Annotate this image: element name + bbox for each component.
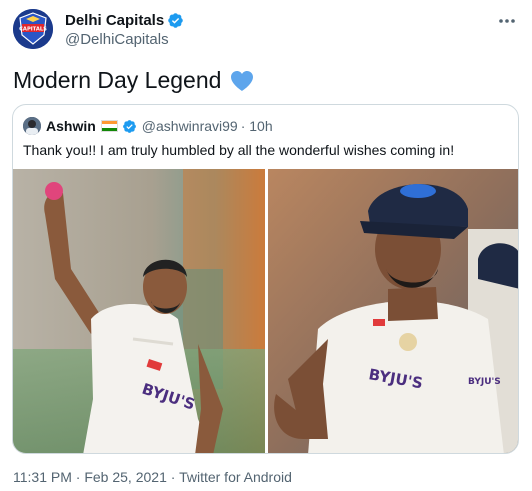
- tweet-footer: 11:31 PM · Feb 25, 2021 · Twitter for An…: [13, 469, 292, 485]
- footer-separator: ·: [170, 469, 176, 485]
- quoted-author-handle: @ashwinravi99: [141, 118, 238, 134]
- more-options-icon[interactable]: [493, 9, 521, 33]
- tweet-header: CAPITALS Delhi Capitals @DelhiCapitals: [13, 9, 521, 53]
- quoted-tweet-text: Thank you!! I am truly humbled by all th…: [23, 142, 455, 158]
- svg-text:CAPITALS: CAPITALS: [19, 27, 47, 33]
- author-handle[interactable]: @DelhiCapitals: [65, 31, 184, 48]
- photo-ashwin-in-cap[interactable]: BYJU'S BYJU'S: [268, 169, 518, 453]
- quoted-author-display-name: Ashwin: [46, 118, 96, 134]
- quoted-verified-badge-icon: [122, 119, 136, 133]
- photo-ashwin-raising-pink-ball[interactable]: BYJU'S: [13, 169, 265, 453]
- delhi-capitals-logo-icon[interactable]: CAPITALS: [13, 9, 53, 49]
- blue-heart-icon: [231, 70, 254, 91]
- tweet-text: Modern Day Legend: [13, 67, 255, 94]
- tweet-date[interactable]: Feb 25, 2021: [84, 469, 167, 485]
- quoted-tweet-header: Ashwin @ashwinravi99 · 10h: [23, 117, 273, 135]
- tweet-text-content: Modern Day Legend: [13, 67, 222, 93]
- verified-badge-icon: [168, 13, 183, 28]
- tweet-time[interactable]: 11:31 PM: [13, 469, 72, 485]
- quoted-tweet-card[interactable]: Ashwin @ashwinravi99 · 10h Thank you!! I…: [12, 104, 519, 454]
- quoted-author-avatar: [23, 117, 41, 135]
- author-display-name[interactable]: Delhi Capitals: [65, 12, 164, 29]
- india-flag-icon: [100, 120, 118, 132]
- author-block: Delhi Capitals @DelhiCapitals: [65, 11, 184, 48]
- right-sleeve-logo: BYJU'S: [468, 377, 501, 387]
- footer-separator: ·: [75, 469, 81, 485]
- quoted-time-ago: · 10h: [240, 118, 273, 134]
- tweet-source[interactable]: Twitter for Android: [179, 469, 292, 485]
